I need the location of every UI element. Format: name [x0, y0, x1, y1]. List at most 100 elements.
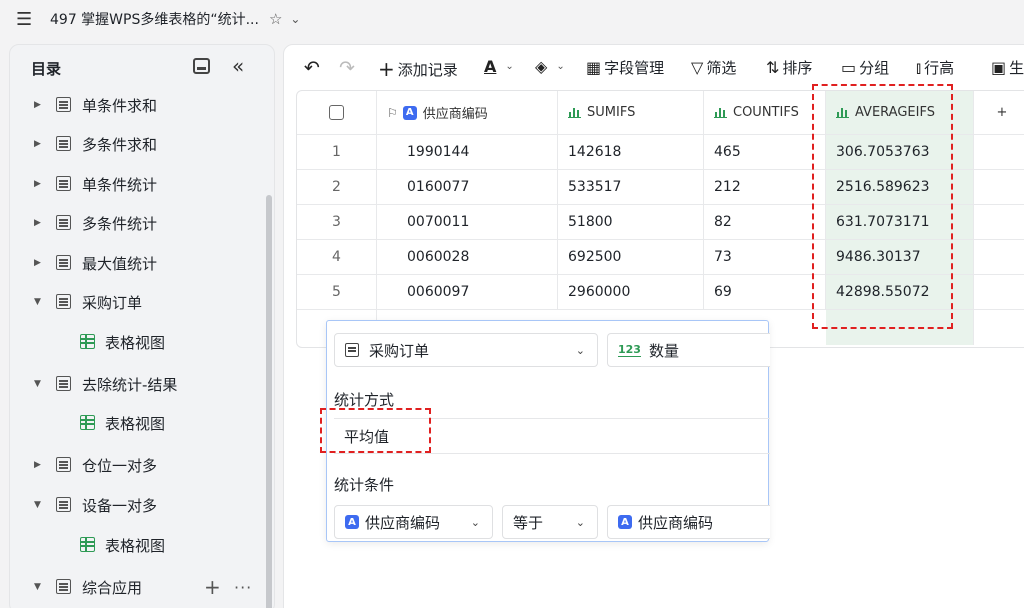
sort-button[interactable]: ⇅ 排序	[766, 57, 812, 78]
column-header-countifs[interactable]: COUNTIFS	[704, 91, 826, 134]
folder-icon: ▭	[841, 58, 857, 77]
select-all-cell[interactable]	[297, 91, 377, 134]
cell-sumifs[interactable]: 142618	[558, 135, 704, 169]
source-table-select[interactable]: 采购订单 ⌄	[334, 333, 598, 367]
expand-arrow-icon[interactable]: ▼	[34, 500, 41, 510]
toolbar-overflow-button[interactable]: ▣ 生	[991, 57, 1024, 78]
source-table-value: 采购订单	[369, 341, 430, 360]
source-field-select[interactable]: 123 数量	[607, 333, 770, 367]
toolbar: ↶ ↷ + 添加记录 A ⌄ ◈ ⌄ ▦ 字段管理 ▽ 筛选 ⇅ 排序 ▭ 分组 ⫾ 行高 ▣ 生	[284, 45, 1024, 89]
filter-label: 筛选	[706, 59, 737, 77]
cell-sumifs[interactable]: 533517	[558, 170, 704, 204]
method-label: 统计方式	[334, 391, 395, 409]
sidebar-title: 目录	[31, 59, 62, 78]
sheet-icon	[56, 215, 71, 230]
cell-sumifs[interactable]: 2960000	[558, 275, 704, 309]
condition-operator-select[interactable]: 等于 ⌄	[502, 505, 598, 539]
filter-icon: ▽	[691, 58, 704, 77]
chevron-down-icon: ⌄	[556, 61, 565, 72]
row-height-button[interactable]: ⫾ 行高	[916, 57, 954, 78]
cell-countifs[interactable]: 69	[704, 275, 826, 309]
cell-supplier-code[interactable]: 0160077	[377, 170, 558, 204]
add-column-button[interactable]: +	[974, 91, 1024, 134]
cell-supplier-code[interactable]: 0060097	[377, 275, 558, 309]
cell-countifs[interactable]: 465	[704, 135, 826, 169]
cell-countifs[interactable]: 212	[704, 170, 826, 204]
cell-supplier-code[interactable]: 0070011	[377, 205, 558, 239]
expand-arrow-icon[interactable]: ▼	[34, 379, 41, 389]
sidebar-item[interactable]: ▼ 去除统计-结果	[10, 369, 260, 399]
star-icon[interactable]: ☆	[269, 10, 282, 28]
sidebar-scrollbar[interactable]	[266, 195, 272, 608]
group-button[interactable]: ▭ 分组	[841, 57, 889, 78]
select-all-checkbox[interactable]	[329, 105, 344, 120]
cell-sumifs[interactable]: 692500	[558, 240, 704, 274]
cell-countifs[interactable]: 73	[704, 240, 826, 274]
sidebar-item-label: 综合应用	[82, 578, 143, 597]
row-number: 5	[297, 275, 377, 309]
sidebar-subitem[interactable]: 表格视图	[10, 327, 260, 357]
sidebar-item[interactable]: ▼ 综合应用 + ···	[10, 572, 260, 602]
panel-toggle-icon[interactable]	[193, 58, 210, 74]
expand-arrow-icon[interactable]: ▶	[34, 139, 41, 149]
text-color-icon: A	[484, 57, 497, 76]
sidebar-subitem[interactable]: 表格视图	[10, 530, 260, 560]
add-record-label: 添加记录	[397, 60, 458, 79]
more-icon[interactable]: ···	[234, 578, 252, 597]
chevron-down-icon[interactable]: ⌄	[290, 12, 300, 26]
add-record-button[interactable]: + 添加记录	[378, 57, 458, 81]
plus-icon: +	[378, 57, 395, 81]
sidebar-item[interactable]: ▼ 设备一对多	[10, 490, 260, 520]
sidebar-subitem[interactable]: 表格视图	[10, 408, 260, 438]
cell-supplier-code[interactable]: 0060028	[377, 240, 558, 274]
averageifs-highlight	[812, 84, 953, 329]
expand-arrow-icon[interactable]: ▶	[34, 179, 41, 189]
sidebar-item[interactable]: ▶ 最大值统计	[10, 248, 260, 278]
empty-cell	[974, 135, 1024, 169]
collapse-sidebar-icon[interactable]: «	[232, 54, 244, 78]
field-manage-button[interactable]: ▦ 字段管理	[586, 57, 664, 78]
expand-arrow-icon[interactable]: ▶	[34, 100, 41, 110]
sidebar-item[interactable]: ▶ 单条件统计	[10, 169, 260, 199]
condition-value-select[interactable]: A 供应商编码	[607, 505, 770, 539]
undo-button[interactable]: ↶	[304, 57, 323, 79]
column-header-sumifs[interactable]: SUMIFS	[558, 91, 704, 134]
filter-button[interactable]: ▽ 筛选	[691, 57, 736, 78]
cell-sumifs[interactable]: 51800	[558, 205, 704, 239]
hamburger-icon[interactable]: ☰	[16, 9, 40, 30]
condition-field-select[interactable]: A 供应商编码 ⌄	[334, 505, 493, 539]
sidebar-item-label: 表格视图	[105, 414, 166, 433]
grid-view-icon	[80, 537, 95, 552]
sidebar-item[interactable]: ▶ 仓位一对多	[10, 450, 260, 480]
sidebar-item-label: 单条件统计	[82, 175, 158, 194]
expand-arrow-icon[interactable]: ▶	[34, 460, 41, 470]
cell-countifs[interactable]: 82	[704, 205, 826, 239]
cell-supplier-code[interactable]: 1990144	[377, 135, 558, 169]
sidebar-item[interactable]: ▶ 多条件统计	[10, 208, 260, 238]
expand-arrow-icon[interactable]: ▶	[34, 218, 41, 228]
row-height-label: 行高	[924, 59, 955, 77]
add-icon[interactable]: +	[204, 575, 221, 599]
sidebar-item[interactable]: ▶ 多条件求和	[10, 129, 260, 159]
chevron-down-icon: ⌄	[470, 515, 480, 529]
row-number: 4	[297, 240, 377, 274]
expand-arrow-icon[interactable]: ▶	[34, 258, 41, 268]
document-title[interactable]: 497 掌握WPS多维表格的“统计...	[50, 9, 259, 29]
sheet-icon	[56, 255, 71, 270]
number-field-icon: 123	[618, 342, 641, 357]
redo-button[interactable]: ↷	[339, 57, 358, 79]
condition-label: 统计条件	[334, 476, 395, 494]
statistic-field-icon	[714, 107, 727, 118]
expand-arrow-icon[interactable]: ▼	[34, 297, 41, 307]
row-number: 1	[297, 135, 377, 169]
column-header-supplier-code[interactable]: ⚐ A 供应商编码	[377, 91, 558, 134]
sidebar-item[interactable]: ▶ 单条件求和	[10, 90, 260, 120]
sidebar-item[interactable]: ▼ 采购订单	[10, 287, 260, 317]
fill-color-button[interactable]: ◈ ⌄	[535, 57, 565, 76]
sidebar-item-label: 多条件求和	[82, 135, 158, 154]
expand-arrow-icon[interactable]: ▼	[34, 582, 41, 592]
grid-view-icon	[80, 415, 95, 430]
row-number: 3	[297, 205, 377, 239]
text-color-button[interactable]: A ⌄	[484, 57, 514, 76]
text-field-icon: A	[345, 515, 359, 529]
